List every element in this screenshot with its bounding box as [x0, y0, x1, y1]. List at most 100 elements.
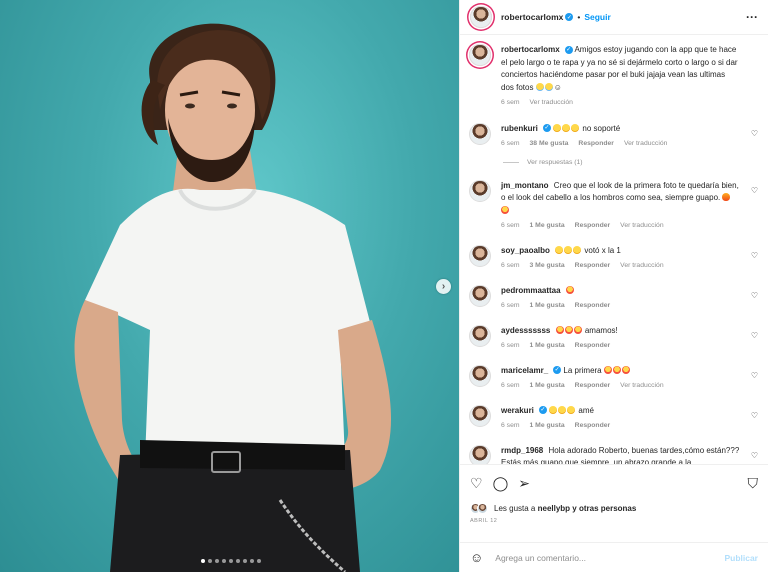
comment-time[interactable]: 6 sem: [501, 220, 520, 233]
carousel-dot: [215, 559, 219, 563]
more-options-icon[interactable]: ···: [746, 10, 758, 24]
comment-username[interactable]: maricelamr_: [501, 366, 548, 375]
like-comment-heart-icon[interactable]: ♡: [751, 186, 758, 195]
comment-likes[interactable]: 1 Me gusta: [530, 340, 565, 353]
liked-by-username[interactable]: neellybp: [538, 504, 570, 513]
heart-eyes-emoji-icon: [621, 365, 630, 374]
save-bookmark-icon[interactable]: ⛉: [748, 475, 759, 492]
like-comment-heart-icon[interactable]: ♡: [751, 331, 758, 340]
replies-line: [503, 161, 519, 163]
next-photo-button[interactable]: ›: [436, 279, 451, 294]
laughing-emoji-icon: [564, 245, 573, 254]
comment-likes[interactable]: 38 Me gusta: [530, 138, 569, 151]
follow-button[interactable]: Seguir: [584, 12, 610, 22]
reply-button[interactable]: Responder: [575, 340, 611, 353]
comment-likes[interactable]: 3 Me gusta: [530, 260, 565, 273]
commenter-avatar[interactable]: [469, 244, 491, 267]
comment-likes[interactable]: 1 Me gusta: [530, 420, 565, 433]
carousel-dot: [250, 559, 254, 563]
comment-text: amamos!: [584, 325, 618, 335]
comment-text: votó x la 1: [584, 245, 621, 255]
comment-time[interactable]: 6 sem: [501, 420, 520, 433]
fire-emoji-icon: [722, 193, 731, 201]
comment-bubble-icon[interactable]: ◯: [493, 475, 509, 492]
heart-eyes-emoji-icon: [573, 325, 582, 334]
caption-time[interactable]: 6 sem: [501, 97, 520, 110]
like-comment-heart-icon[interactable]: ♡: [751, 251, 758, 260]
reply-button[interactable]: Responder: [575, 420, 611, 433]
commenter-avatar[interactable]: [469, 179, 491, 202]
separator-dot: •: [577, 12, 581, 22]
laughing-emoji-icon: [573, 245, 582, 254]
view-replies-button[interactable]: Ver respuestas (1): [503, 159, 758, 166]
comment-item: maricelamr_ ✓ La primera 6 sem 1 Me gusta…: [469, 364, 758, 393]
comment-likes[interactable]: 1 Me gusta: [530, 300, 565, 313]
commenter-avatar[interactable]: [469, 284, 491, 307]
comment-time[interactable]: 6 sem: [501, 300, 520, 313]
author-avatar[interactable]: [470, 6, 492, 28]
comments-list[interactable]: robertocarlomx ✓ Amigos estoy jugando con…: [460, 35, 768, 464]
comment-time[interactable]: 6 sem: [501, 380, 520, 393]
commenter-avatar[interactable]: [469, 364, 491, 387]
heart-eyes-emoji-icon: [501, 205, 509, 214]
comment-username[interactable]: pedrommaattaa: [501, 286, 561, 295]
reply-button[interactable]: Responder: [575, 380, 611, 393]
smile-emoji-icon: ☺: [553, 82, 562, 92]
verified-badge-icon: ✓: [542, 124, 551, 133]
laughing-emoji-icon: [555, 245, 564, 254]
comment-username[interactable]: jm_montano: [501, 181, 549, 190]
caption-username[interactable]: robertocarlomx: [501, 45, 560, 54]
like-comment-heart-icon[interactable]: ♡: [751, 411, 758, 420]
laughing-emoji-icon: [549, 405, 558, 414]
publish-button[interactable]: Publicar: [724, 553, 758, 563]
likes-prefix: Les gusta a: [494, 504, 536, 513]
share-send-icon[interactable]: ➢: [518, 475, 530, 492]
comment-time[interactable]: 6 sem: [501, 340, 520, 353]
commenter-avatar[interactable]: [469, 122, 491, 145]
reply-button[interactable]: Responder: [575, 260, 611, 273]
comment-item: rubenkuri ✓ no soporté 6 sem 38 Me gusta …: [469, 122, 758, 151]
reply-button[interactable]: Responder: [575, 220, 611, 233]
likes-others[interactable]: y otras personas: [572, 504, 636, 513]
translate-link[interactable]: Ver traducción: [530, 97, 573, 110]
heart-eyes-emoji-icon: [564, 325, 573, 334]
post-date[interactable]: ABRIL 12: [470, 518, 758, 524]
post-photo[interactable]: ›: [0, 0, 459, 572]
comment-username[interactable]: werakuri: [501, 406, 534, 415]
heart-eyes-emoji-icon: [612, 365, 621, 374]
like-comment-heart-icon[interactable]: ♡: [751, 371, 758, 380]
likes-summary[interactable]: Les gusta a neellybp y otras personas: [470, 503, 758, 514]
like-comment-heart-icon[interactable]: ♡: [751, 451, 758, 460]
comment-text: amé: [578, 405, 594, 415]
commenter-avatar[interactable]: [469, 324, 491, 347]
translate-link[interactable]: Ver traducción: [620, 220, 663, 233]
commenter-avatar[interactable]: [469, 404, 491, 427]
translate-link[interactable]: Ver traducción: [624, 138, 667, 151]
comment-username[interactable]: aydesssssss: [501, 326, 550, 335]
author-username[interactable]: robertocarlomx: [501, 12, 563, 22]
like-comment-heart-icon[interactable]: ♡: [751, 291, 758, 300]
carousel-dot: [201, 559, 205, 563]
comment-username[interactable]: rmdp_1968: [501, 446, 543, 455]
comment-likes[interactable]: 1 Me gusta: [530, 380, 565, 393]
heart-eyes-emoji-icon: [555, 325, 564, 334]
comment-username[interactable]: soy_paoalbo: [501, 246, 550, 255]
comment-username[interactable]: rubenkuri: [501, 124, 538, 133]
emoji-picker-icon[interactable]: ☺: [470, 550, 483, 565]
like-comment-heart-icon[interactable]: ♡: [751, 129, 758, 138]
instagram-post: › robertocarlomx ✓ • Seguir ··· robertoc…: [0, 0, 768, 572]
verified-badge-icon: ✓: [553, 366, 562, 375]
commenter-avatar[interactable]: [469, 444, 491, 464]
author-avatar[interactable]: [469, 44, 491, 66]
reply-button[interactable]: Responder: [575, 300, 611, 313]
carousel-dot: [222, 559, 226, 563]
carousel-dot: [208, 559, 212, 563]
translate-link[interactable]: Ver traducción: [620, 380, 663, 393]
comment-likes[interactable]: 1 Me gusta: [530, 220, 565, 233]
comment-time[interactable]: 6 sem: [501, 138, 520, 151]
translate-link[interactable]: Ver traducción: [620, 260, 663, 273]
comment-time[interactable]: 6 sem: [501, 260, 520, 273]
like-heart-icon[interactable]: ♡: [470, 475, 483, 492]
comment-input[interactable]: Agrega un comentario...: [495, 553, 724, 563]
reply-button[interactable]: Responder: [578, 138, 614, 151]
